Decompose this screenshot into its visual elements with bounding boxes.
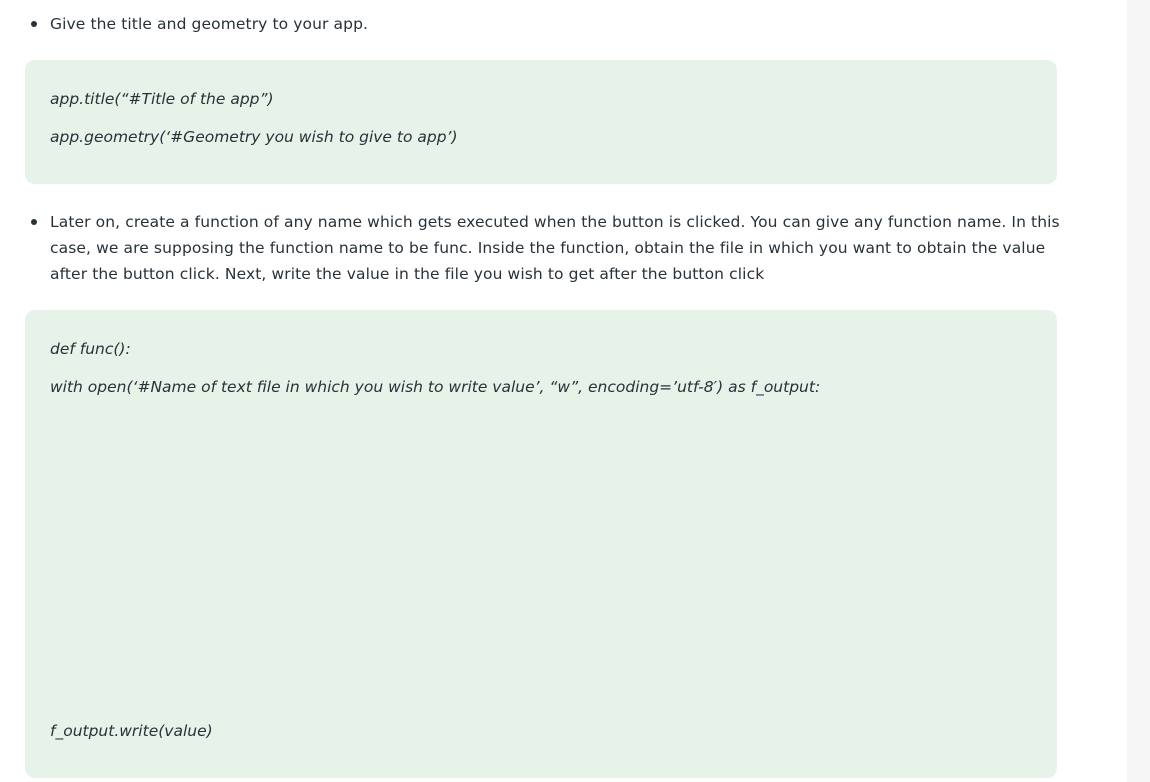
code-line: app.title(“#Title of the app”): [50, 90, 274, 108]
code-line: f_output.write(value): [50, 722, 213, 740]
scrollbar-track[interactable]: [1127, 0, 1150, 782]
bullet-item-function: Later on, create a function of any name …: [50, 213, 1060, 283]
code-line: def func():: [50, 340, 131, 358]
bullet-item-title-geometry: Give the title and geometry to your app.: [50, 15, 369, 33]
article-content: Give the title and geometry to your app.…: [0, 0, 1127, 782]
code-line: with open(‘#Name of text file in which y…: [50, 378, 821, 396]
bullet-dot: [31, 21, 37, 27]
bullet-dot: [31, 219, 37, 225]
code-block-title-geometry: app.title(“#Title of the app”) app.geome…: [25, 60, 1057, 184]
code-line: app.geometry(‘#Geometry you wish to give…: [50, 128, 458, 146]
code-block-function: def func(): with open(‘#Name of text fil…: [25, 310, 1057, 778]
